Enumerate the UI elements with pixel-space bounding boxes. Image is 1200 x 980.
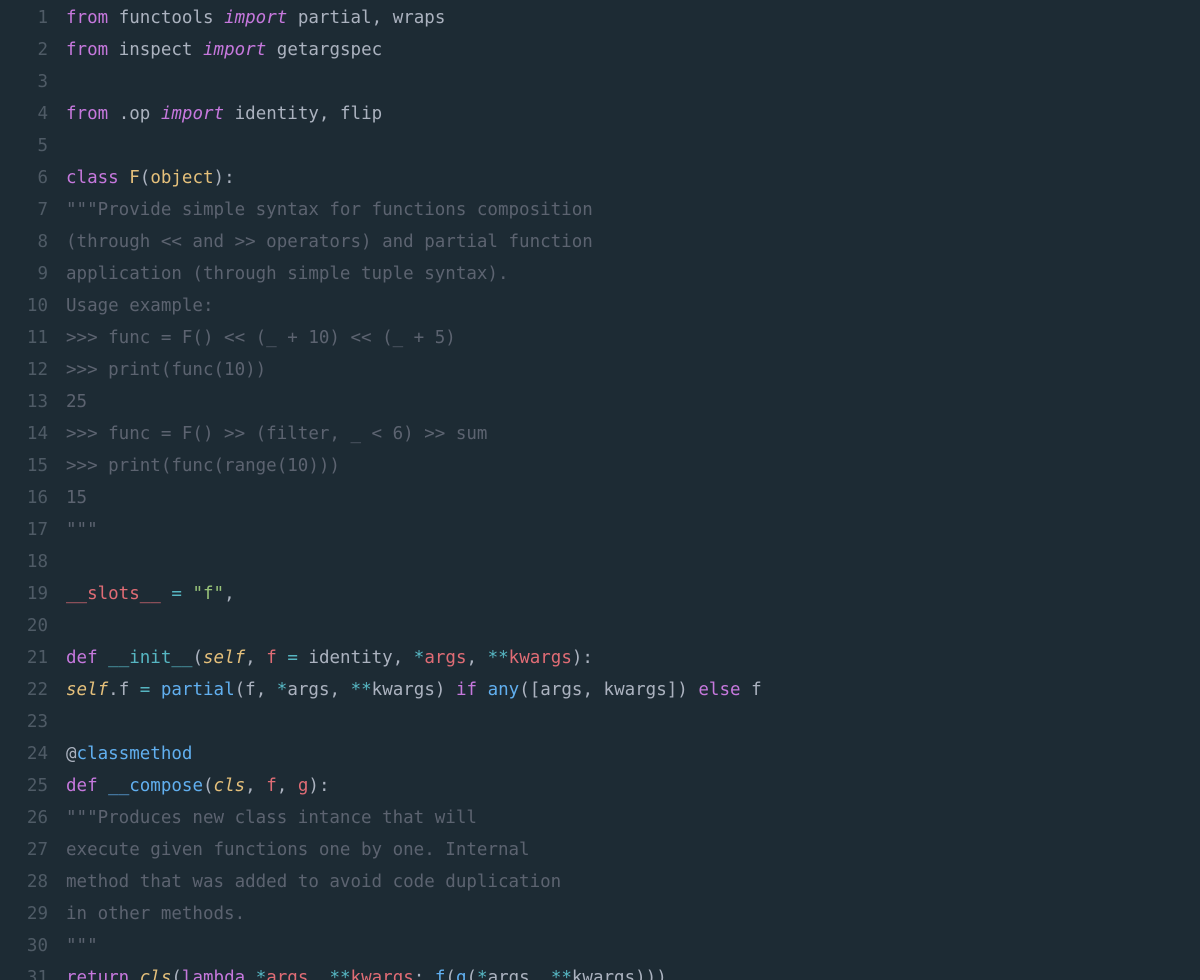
code-line[interactable]: 25	[66, 386, 762, 418]
code-line[interactable]: """	[66, 514, 762, 546]
line-number: 21	[0, 642, 48, 674]
line-number: 9	[0, 258, 48, 290]
line-number: 3	[0, 66, 48, 98]
gutter: 1234567891011121314151617181920212223242…	[0, 0, 66, 980]
code-area[interactable]: from functools import partial, wrapsfrom…	[66, 0, 762, 980]
code-line[interactable]: return cls(lambda *args, **kwargs: f(g(*…	[66, 962, 762, 980]
code-line[interactable]: __slots__ = "f",	[66, 578, 762, 610]
code-line[interactable]: (through << and >> operators) and partia…	[66, 226, 762, 258]
line-number: 11	[0, 322, 48, 354]
code-line[interactable]: def __compose(cls, f, g):	[66, 770, 762, 802]
code-line[interactable]: from .op import identity, flip	[66, 98, 762, 130]
code-line[interactable]: Usage example:	[66, 290, 762, 322]
code-line[interactable]: method that was added to avoid code dupl…	[66, 866, 762, 898]
code-line[interactable]: class F(object):	[66, 162, 762, 194]
code-line[interactable]: >>> print(func(10))	[66, 354, 762, 386]
line-number: 1	[0, 2, 48, 34]
line-number: 7	[0, 194, 48, 226]
line-number: 14	[0, 418, 48, 450]
line-number: 27	[0, 834, 48, 866]
code-line[interactable]: """Produces new class intance that will	[66, 802, 762, 834]
line-number: 19	[0, 578, 48, 610]
line-number: 10	[0, 290, 48, 322]
code-line[interactable]: from inspect import getargspec	[66, 34, 762, 66]
line-number: 6	[0, 162, 48, 194]
code-line[interactable]	[66, 610, 762, 642]
code-line[interactable]: @classmethod	[66, 738, 762, 770]
code-line[interactable]: 15	[66, 482, 762, 514]
line-number: 30	[0, 930, 48, 962]
code-editor[interactable]: 1234567891011121314151617181920212223242…	[0, 0, 1200, 980]
code-line[interactable]	[66, 706, 762, 738]
code-line[interactable]	[66, 130, 762, 162]
code-line[interactable]: >>> print(func(range(10)))	[66, 450, 762, 482]
line-number: 29	[0, 898, 48, 930]
line-number: 22	[0, 674, 48, 706]
line-number: 2	[0, 34, 48, 66]
line-number: 8	[0, 226, 48, 258]
code-line[interactable]	[66, 546, 762, 578]
code-line[interactable]: def __init__(self, f = identity, *args, …	[66, 642, 762, 674]
line-number: 20	[0, 610, 48, 642]
line-number: 18	[0, 546, 48, 578]
line-number: 16	[0, 482, 48, 514]
code-line[interactable]: execute given functions one by one. Inte…	[66, 834, 762, 866]
code-line[interactable]: """Provide simple syntax for functions c…	[66, 194, 762, 226]
line-number: 13	[0, 386, 48, 418]
line-number: 31	[0, 962, 48, 980]
code-line[interactable]: application (through simple tuple syntax…	[66, 258, 762, 290]
code-line[interactable]: """	[66, 930, 762, 962]
line-number: 24	[0, 738, 48, 770]
code-line[interactable]	[66, 66, 762, 98]
line-number: 17	[0, 514, 48, 546]
line-number: 4	[0, 98, 48, 130]
code-line[interactable]: >>> func = F() >> (filter, _ < 6) >> sum	[66, 418, 762, 450]
line-number: 23	[0, 706, 48, 738]
line-number: 25	[0, 770, 48, 802]
line-number: 5	[0, 130, 48, 162]
line-number: 12	[0, 354, 48, 386]
code-line[interactable]: in other methods.	[66, 898, 762, 930]
code-line[interactable]: self.f = partial(f, *args, **kwargs) if …	[66, 674, 762, 706]
line-number: 26	[0, 802, 48, 834]
code-line[interactable]: >>> func = F() << (_ + 10) << (_ + 5)	[66, 322, 762, 354]
line-number: 15	[0, 450, 48, 482]
line-number: 28	[0, 866, 48, 898]
code-line[interactable]: from functools import partial, wraps	[66, 2, 762, 34]
